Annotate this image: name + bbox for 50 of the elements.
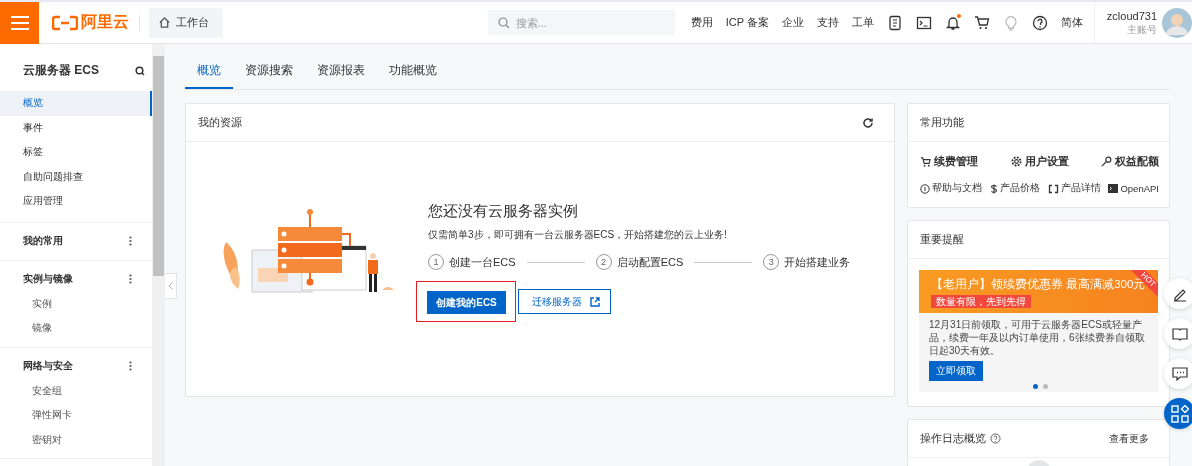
sidebar-item[interactable]: 事件 [0,115,152,140]
sidebar-subitem[interactable]: 密钥对 [0,427,152,452]
function-link[interactable]: 用户设置 [1010,154,1069,169]
sidebar-item[interactable]: 自助问题排查 [0,164,152,189]
claim-button[interactable]: 立即领取 [929,361,983,381]
account-role: 主账号 [1127,22,1157,37]
card-title: 操作日志概览 [920,431,986,446]
function-link[interactable]: 帮助与文档 [920,182,982,195]
sidebar-group-title[interactable]: 网络与安全 [23,359,73,373]
step-label: 启动配置ECS [616,254,684,270]
sidebar-item[interactable]: 标签 [0,140,152,165]
sidebar-subitem[interactable]: 安全组 [0,378,152,403]
sidebar-subitem[interactable]: 镜像 [0,316,152,341]
language-link[interactable]: 简体 [1060,15,1083,30]
sidebar-item[interactable]: 概览 [0,91,152,116]
empty-state-heading: 您还没有云服务器实例 [428,202,579,221]
step-label: 开始搭建业务 [784,254,851,270]
function-link[interactable]: OpenAPI [1108,182,1159,195]
top-nav-link[interactable]: ICP 备案 [725,15,769,30]
tab[interactable]: 功能概览 [377,56,449,89]
top-nav-link[interactable]: 工单 [851,15,874,30]
top-nav-link[interactable]: 支持 [816,15,839,30]
tab[interactable]: 资源搜索 [233,56,305,89]
card-title: 常用功能 [920,115,964,130]
search-field[interactable]: 搜索... [487,10,675,35]
top-nav-link[interactable]: 费用 [690,15,713,30]
user-name[interactable]: zcloud731 [1106,8,1157,23]
function-link[interactable]: 产品详情 [1047,182,1101,195]
create-ecs-button[interactable]: 创建我的ECS [427,291,506,314]
view-more-link[interactable]: 查看更多 [1109,431,1149,446]
sidebar-group-title[interactable]: 我的常用 [23,234,63,248]
function-link[interactable]: 权益配额 [1101,154,1159,169]
sidebar-group-title[interactable]: 实例与镜像 [23,272,73,286]
workbench-button[interactable]: 工作台 [149,7,223,38]
tab[interactable]: 资源报表 [305,56,377,89]
function-link[interactable]: 产品价格 [989,182,1040,195]
sidebar-subitem[interactable]: 弹性网卡 [0,403,152,428]
promo-description: 12月31日前领取，可用于云服务器ECS或轻量产品，续费一年及以内订单使用，6张续费券自领取日起30天有效。 [929,318,1146,357]
sidebar-title: 云服务器 ECS [23,62,99,79]
promo-tag: 数量有限，先到先得 [931,295,1031,308]
empty-state-description: 仅需简单3步，即可拥有一台云服务器ECS，开始搭建您的云上业务! [428,228,728,242]
function-link[interactable]: 续费管理 [920,154,978,169]
card-title: 我的资源 [198,115,242,130]
card-title: 重要提醒 [920,232,964,247]
top-nav-link[interactable]: 企业 [781,15,804,30]
sidebar-item[interactable]: 应用管理 [0,189,152,214]
migrate-server-button[interactable]: 迁移服务器 [518,289,611,314]
tab[interactable]: 概览 [185,56,233,89]
step-label: 创建一台ECS [449,254,516,270]
sidebar-subitem[interactable]: 实例 [0,291,152,316]
